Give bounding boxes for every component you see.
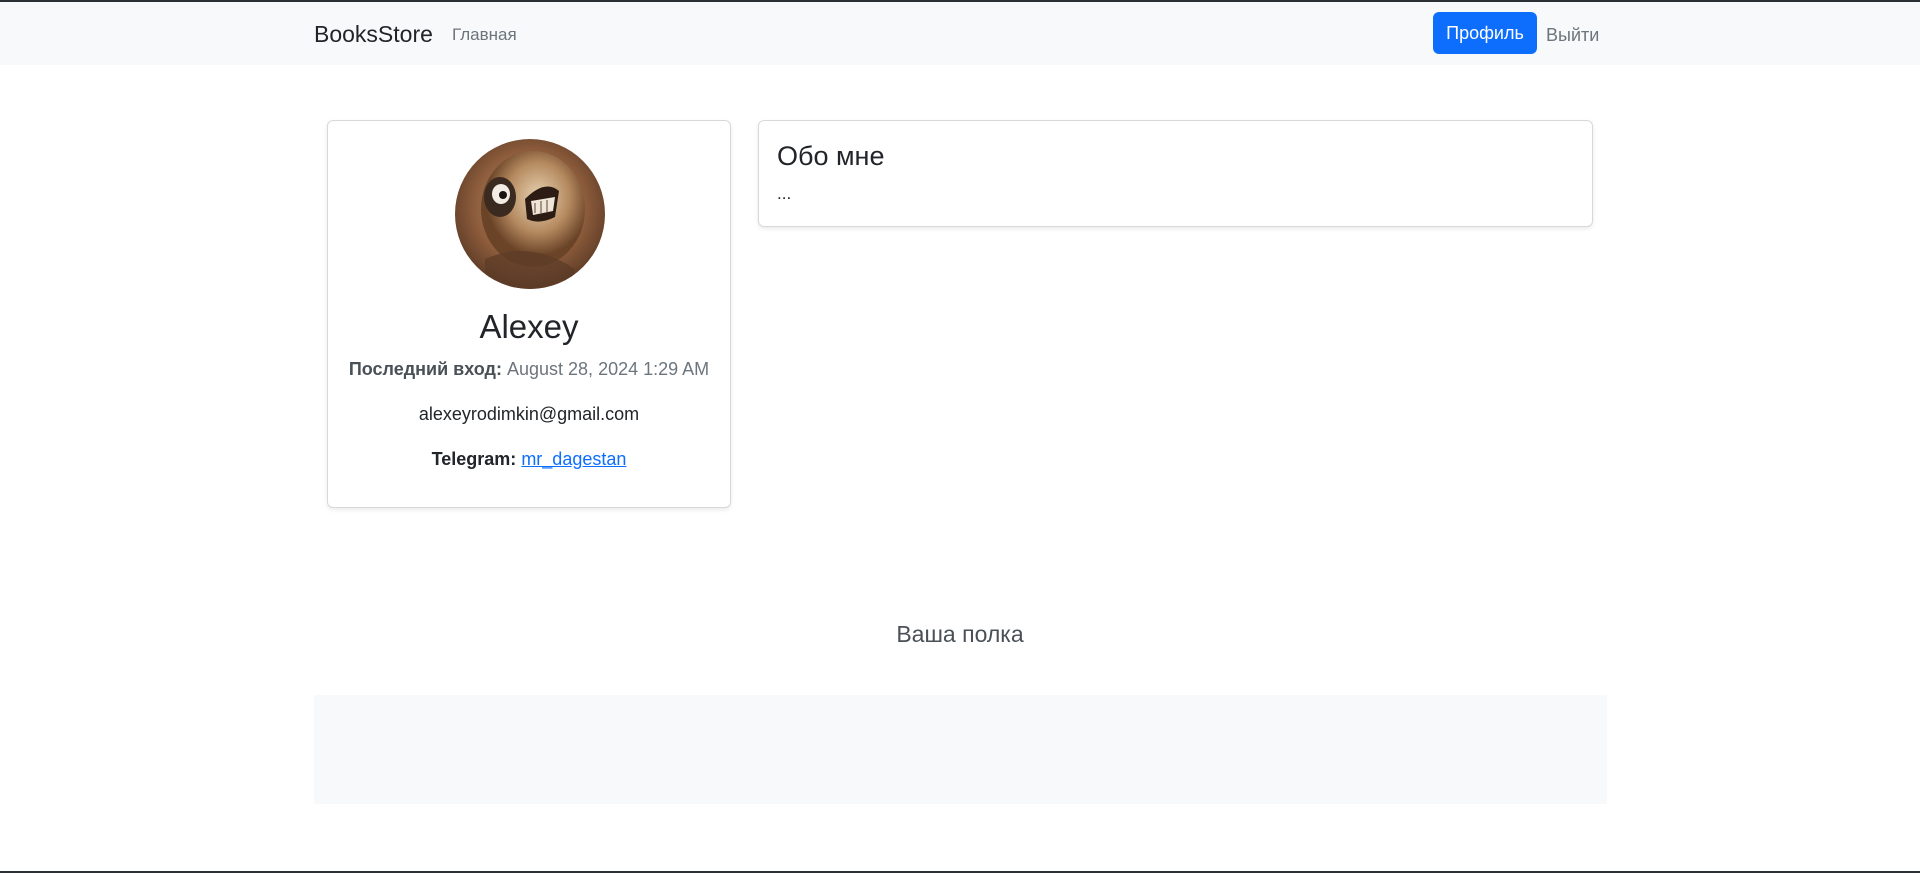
about-title: Обо мне bbox=[777, 141, 885, 171]
email-text: alexeyrodimkin@gmail.com bbox=[418, 404, 640, 424]
shelf-title: Ваша полка bbox=[896, 621, 1024, 647]
avatar bbox=[455, 139, 605, 289]
telegram-link[interactable]: mr_dagestan bbox=[521, 449, 626, 469]
nav-home-link[interactable]: Главная bbox=[452, 23, 517, 47]
shelf-area bbox=[314, 695, 1607, 804]
navbar: BooksStore Главная Профиль Выйти bbox=[0, 2, 1920, 65]
page: BooksStore Главная Профиль Выйти Alexey … bbox=[0, 0, 1920, 873]
telegram-row: Telegram: mr_dagestan bbox=[328, 447, 730, 471]
about-text: ... bbox=[777, 184, 792, 203]
profile-name: Alexey bbox=[479, 308, 579, 345]
telegram-label: Telegram: bbox=[431, 449, 517, 469]
brand-link[interactable]: BooksStore bbox=[314, 19, 433, 49]
avatar-image bbox=[455, 139, 605, 289]
profile-button[interactable]: Профиль bbox=[1433, 12, 1537, 54]
profile-card: Alexey Последний вход: August 28, 2024 1… bbox=[327, 120, 731, 508]
last-login-label: Последний вход: bbox=[348, 359, 502, 379]
logout-link[interactable]: Выйти bbox=[1546, 23, 1599, 47]
last-login: Последний вход: August 28, 2024 1:29 AM bbox=[328, 357, 730, 381]
last-login-value: August 28, 2024 1:29 AM bbox=[507, 359, 710, 379]
about-card: Обо мне ... bbox=[758, 120, 1593, 227]
